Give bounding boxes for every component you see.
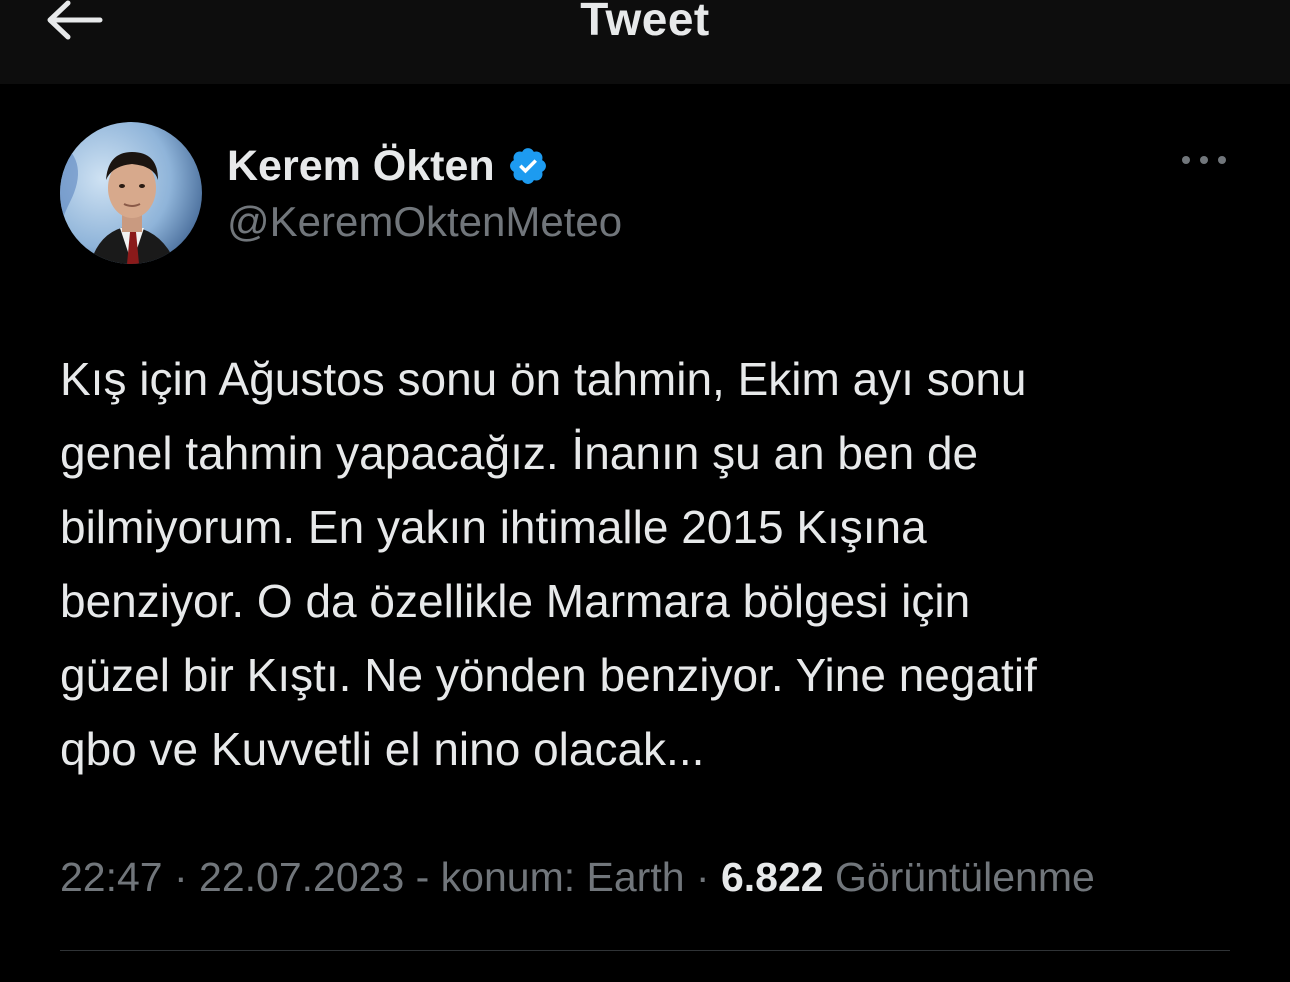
meta-separator: · bbox=[162, 854, 200, 900]
top-bar: Tweet bbox=[0, 0, 1290, 84]
tweet-date[interactable]: 22.07.2023 bbox=[199, 854, 404, 900]
avatar[interactable] bbox=[60, 122, 202, 264]
avatar-image bbox=[60, 122, 202, 264]
views-count[interactable]: 6.822 bbox=[721, 854, 824, 900]
tweet: Kerem Ökten @KeremOktenMeteo Kış için Ağ… bbox=[0, 84, 1290, 982]
more-horizontal-icon bbox=[1182, 156, 1226, 164]
divider bbox=[60, 950, 1230, 951]
meta-separator: · bbox=[684, 854, 721, 900]
tweet-time[interactable]: 22:47 bbox=[60, 854, 163, 900]
author-handle[interactable]: @KeremOktenMeteo bbox=[227, 198, 622, 246]
tweet-location: - konum: Earth bbox=[404, 854, 685, 900]
verified-badge-icon bbox=[509, 148, 546, 184]
more-options-button[interactable] bbox=[1180, 146, 1228, 174]
author-name-row: Kerem Ökten bbox=[227, 138, 549, 194]
author-display-name[interactable]: Kerem Ökten bbox=[227, 142, 495, 191]
views-label: Görüntülenme bbox=[823, 854, 1095, 900]
page-title: Tweet bbox=[580, 0, 710, 45]
tweet-text: Kış için Ağustos sonu ön tahmin, Ekim ay… bbox=[60, 353, 1037, 775]
tweet-meta: 22:47 · 22.07.2023 - konum: Earth · 6.82… bbox=[60, 854, 1095, 901]
